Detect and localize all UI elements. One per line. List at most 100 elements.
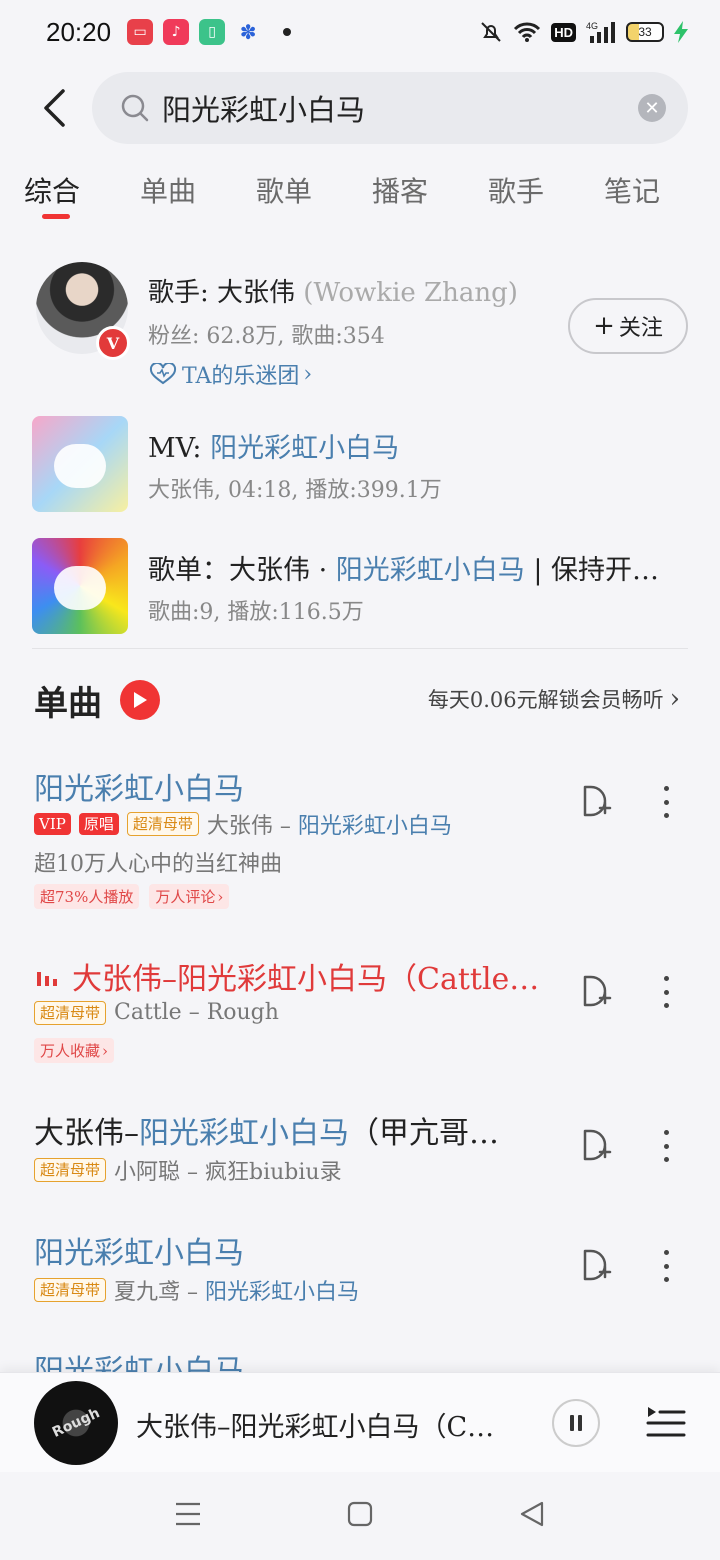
mute-bell-icon (481, 22, 501, 42)
now-playing-icon (37, 972, 57, 986)
vip-tag: VIP (34, 813, 71, 835)
tab-overall[interactable]: 综合 (24, 170, 80, 210)
master-quality-tag: 超清母带 (34, 1278, 107, 1302)
search-input[interactable]: 阳光彩虹小白马 ✕ (92, 72, 688, 144)
tab-playlists[interactable]: 歌单 (256, 170, 312, 210)
notification-icons: ▭ ♪ ▯ ✽ (127, 19, 292, 45)
comments-pill-label: 万人评论 (155, 888, 216, 906)
song-pills: 超73%人播放 万人评论 › (34, 884, 230, 909)
song-separator: – (272, 814, 298, 839)
clear-search-button[interactable]: ✕ (638, 94, 666, 122)
song-meta: 超清母带 Cattle – Rough (34, 1000, 279, 1025)
mv-result[interactable]: MV: 阳光彩虹小白马 大张伟, 04:18, 播放:399.1万 (0, 416, 720, 516)
song-artist-name: 大张伟 (206, 814, 273, 839)
add-to-playlist-icon[interactable] (576, 782, 616, 822)
pause-button[interactable] (552, 1399, 600, 1447)
mv-meta: 大张伟, 04:18, 播放:399.1万 (148, 478, 442, 503)
tab-podcasts[interactable]: 播客 (372, 170, 428, 210)
fanclub-link[interactable]: TA的乐迷团 › (148, 358, 312, 390)
music-app-icon: ♪ (163, 19, 190, 45)
chevron-right-icon: › (669, 684, 680, 714)
more-notifications-dot-icon (283, 28, 292, 36)
mv-title: MV: 阳光彩虹小白马 (148, 426, 399, 465)
favorites-pill-label: 万人收藏 (40, 1042, 101, 1060)
song-title-text: 阳光彩虹小白马 (34, 1236, 244, 1271)
chevron-right-icon: › (102, 1041, 109, 1060)
now-playing-title: 大张伟–阳光彩虹小白马（C… (136, 1412, 495, 1443)
back-button[interactable] (34, 86, 74, 130)
song-title: 大张伟–阳光彩虹小白马（甲亢哥… (34, 1108, 499, 1152)
master-quality-tag: 超清母带 (34, 1000, 107, 1025)
song-album: 阳光彩虹小白马 (297, 814, 452, 839)
playlist-result[interactable]: 歌单：大张伟 · 阳光彩虹小白马 | 保持开… 歌曲:9, 播放:116.5万 (0, 538, 720, 638)
original-tag: 原唱 (78, 813, 119, 835)
more-options-icon[interactable] (656, 1246, 676, 1286)
battery-app-icon: ▯ (199, 19, 226, 45)
mini-player[interactable]: Rough 大张伟–阳光彩虹小白马（C… (0, 1372, 720, 1472)
status-time: 20:20 (46, 16, 112, 47)
charging-icon (674, 21, 688, 43)
active-tab-indicator (42, 214, 70, 219)
mv-label: MV: (148, 433, 211, 464)
tab-songs[interactable]: 单曲 (140, 170, 196, 210)
song-meta: 超清母带 夏九鸢 – 阳光彩虹小白马 (34, 1274, 359, 1306)
song-album: 阳光彩虹小白马 (205, 1280, 360, 1305)
disc-label: Rough (49, 1405, 103, 1441)
menu-icon[interactable] (174, 1500, 202, 1528)
add-to-playlist-icon[interactable] (576, 1246, 616, 1286)
back-triangle-icon[interactable] (518, 1500, 546, 1528)
song-meta: VIP 原唱 超清母带 大张伟 – 阳光彩虹小白马 (34, 808, 452, 840)
playlist-queue-icon[interactable] (646, 1405, 686, 1441)
song-title-text: 阳光彩虹小白马 (34, 772, 244, 807)
chevron-right-icon: › (217, 887, 224, 906)
album-disc[interactable]: Rough (34, 1381, 118, 1465)
result-tabs: 综合 单曲 歌单 播客 歌手 笔记 (0, 170, 720, 230)
more-options-icon[interactable] (656, 1126, 676, 1166)
playlist-meta: 歌曲:9, 播放:116.5万 (148, 600, 364, 625)
system-navigation-bar (0, 1472, 720, 1560)
song-pills: 万人收藏 › (34, 1038, 115, 1063)
tab-artists[interactable]: 歌手 (488, 170, 544, 210)
verified-badge: V (96, 326, 130, 360)
search-query-text: 阳光彩虹小白马 (162, 93, 366, 127)
search-icon (121, 94, 149, 122)
song-artist: Cattle – Rough (114, 1000, 279, 1025)
song-title-prefix: 大张伟– (34, 1116, 139, 1151)
song-artist: 小阿聪 – 疯狂biubiu录 (114, 1160, 342, 1185)
favorites-pill[interactable]: 万人收藏 › (34, 1038, 115, 1063)
playlist-name-suffix: | 保持开… (524, 555, 660, 586)
mv-thumbnail (32, 416, 128, 512)
more-options-icon[interactable] (656, 782, 676, 822)
add-to-playlist-icon[interactable] (576, 1126, 616, 1166)
back-arrow-icon (44, 89, 65, 127)
song-artist: 夏九鸢 – 阳光彩虹小白马 (114, 1274, 359, 1306)
fanclub-label: TA的乐迷团 (182, 364, 300, 389)
artist-result[interactable]: V 歌手: 大张伟 (Wowkie Zhang) 粉丝: 62.8万, 歌曲:3… (0, 262, 720, 392)
status-right: HD 4G 33 (479, 20, 688, 44)
hd-badge: HD (551, 22, 576, 42)
artist-stats: 粉丝: 62.8万, 歌曲:354 (148, 324, 385, 349)
follow-button[interactable]: + 关注 (568, 298, 688, 354)
more-options-icon[interactable] (656, 972, 676, 1012)
vip-promo-link[interactable]: 每天0.06元解锁会员畅听 › (428, 684, 680, 714)
add-to-playlist-icon[interactable] (576, 972, 616, 1012)
signal-icon: 4G (586, 21, 615, 43)
close-icon: ✕ (644, 97, 660, 119)
vip-promo-text: 每天0.06元解锁会员畅听 (427, 688, 664, 712)
fanclub-heart-icon (149, 363, 177, 385)
status-bar: 20:20 ▭ ♪ ▯ ✽ HD 4G 33 (0, 0, 720, 64)
playlist-thumbnail (32, 538, 128, 634)
song-artist-name: 夏九鸢 (114, 1280, 181, 1305)
play-all-button[interactable] (120, 680, 160, 720)
battery-indicator: 33 (626, 22, 664, 42)
song-artist: 大张伟 – 阳光彩虹小白马 (207, 808, 452, 840)
master-quality-tag: 超清母带 (126, 812, 199, 836)
playlist-label: 歌单：大张伟 · (148, 555, 336, 586)
tab-notes[interactable]: 笔记 (604, 170, 660, 210)
play-stat-pill: 超73%人播放 (34, 884, 140, 909)
comments-pill[interactable]: 万人评论 › (149, 884, 230, 909)
chevron-right-icon: › (303, 361, 313, 387)
artist-name: 歌手: 大张伟 (148, 278, 296, 308)
home-icon[interactable] (346, 1500, 374, 1528)
song-title: 阳光彩虹小白马 (34, 1228, 244, 1272)
